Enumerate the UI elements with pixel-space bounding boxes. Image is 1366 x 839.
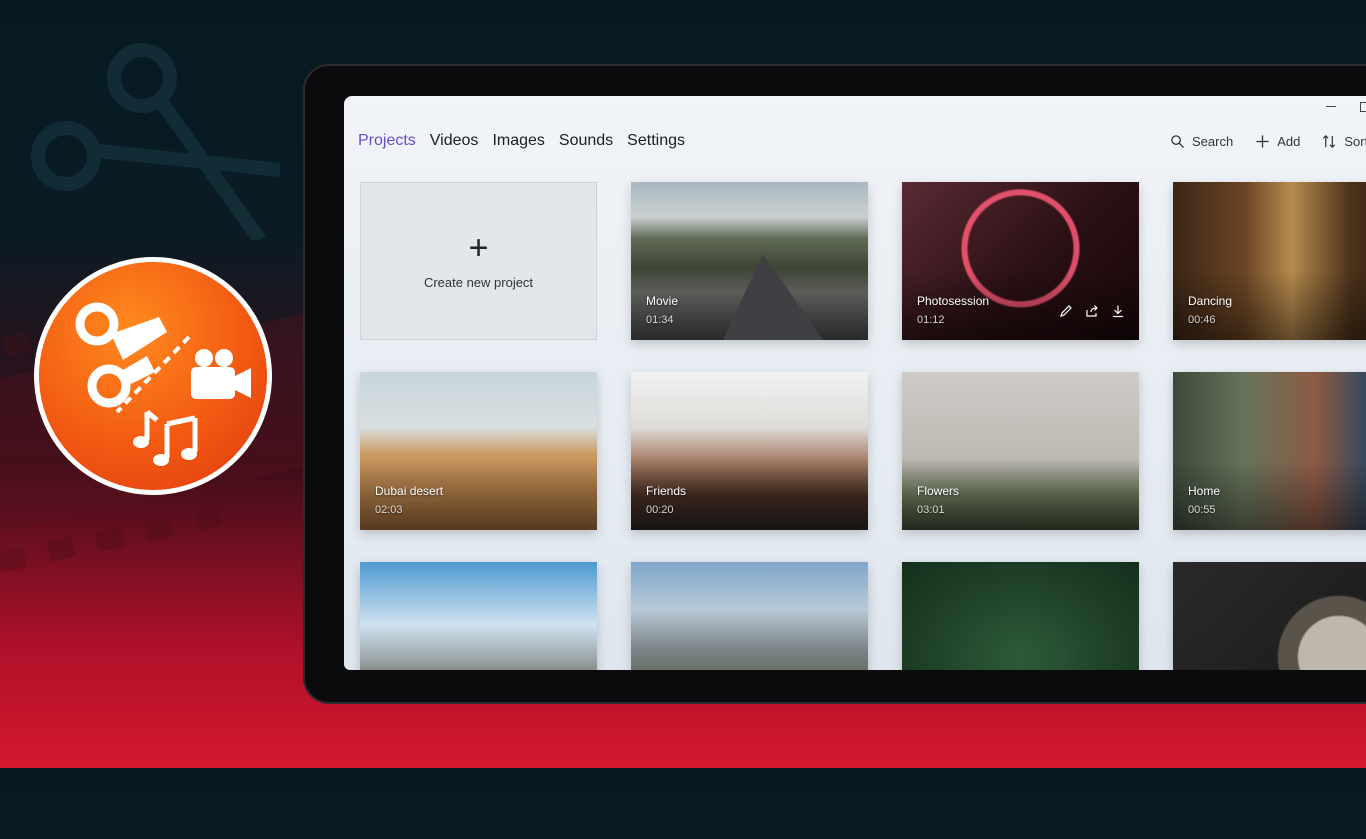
project-card-dubai-desert[interactable]: Dubai desert 02:03 — [360, 372, 597, 530]
project-title: Friends — [646, 484, 687, 498]
scissors-camera-music-icon — [75, 302, 251, 466]
project-card-forest[interactable] — [902, 562, 1139, 670]
plus-icon — [1256, 135, 1269, 148]
project-card-flowers[interactable]: Flowers 03:01 — [902, 372, 1139, 530]
project-card-mountains[interactable] — [631, 562, 868, 670]
project-duration: 02:03 — [375, 504, 403, 516]
scissors-decoration-icon — [31, 43, 280, 240]
project-title: Home — [1188, 484, 1221, 498]
edit-icon[interactable] — [1059, 304, 1073, 318]
project-title: Dubai desert — [375, 484, 444, 498]
project-card-friends[interactable]: Friends 00:20 — [631, 372, 868, 530]
project-card-raccoon[interactable] — [1173, 562, 1366, 670]
add-label: Add — [1277, 134, 1301, 149]
tab-sounds[interactable]: Sounds — [559, 132, 613, 150]
toolbar-actions: Search Add Sort — [1170, 134, 1366, 149]
project-duration: 00:55 — [1188, 504, 1216, 516]
project-card-dancing[interactable]: Dancing 00:46 — [1173, 182, 1366, 340]
search-button[interactable]: Search — [1170, 134, 1233, 149]
project-card-home[interactable]: Home 00:55 — [1173, 372, 1366, 530]
share-icon[interactable] — [1085, 304, 1099, 318]
project-card-movie[interactable]: Movie 01:34 — [631, 182, 868, 340]
project-duration: 03:01 — [917, 504, 945, 516]
projects-grid: + Create new project Movie 01:34 Photose… — [360, 182, 1366, 670]
app-logo — [34, 257, 272, 495]
create-new-project-card[interactable]: + Create new project — [360, 182, 597, 340]
project-title: Photosession — [917, 294, 990, 308]
app-window: Projects Videos Images Sounds Settings S… — [344, 96, 1366, 670]
project-title: Dancing — [1188, 294, 1233, 308]
project-card-city[interactable] — [360, 562, 597, 670]
project-duration: 01:12 — [917, 314, 945, 326]
tab-settings[interactable]: Settings — [627, 132, 685, 150]
tab-projects[interactable]: Projects — [358, 132, 416, 150]
project-title: Movie — [646, 294, 679, 308]
add-button[interactable]: Add — [1255, 134, 1300, 149]
download-icon[interactable] — [1111, 304, 1125, 318]
project-title: Flowers — [917, 484, 960, 498]
project-duration: 00:20 — [646, 504, 674, 516]
search-label: Search — [1192, 134, 1234, 149]
project-duration: 01:34 — [646, 314, 674, 326]
sort-label: Sort — [1344, 134, 1366, 149]
project-duration: 00:46 — [1188, 314, 1216, 326]
tab-videos[interactable]: Videos — [430, 132, 479, 150]
search-icon — [1171, 135, 1185, 149]
card-tools — [1059, 304, 1125, 318]
sort-button[interactable]: Sort — [1322, 134, 1366, 149]
create-new-project-label: Create new project — [423, 274, 534, 290]
main-tabs: Projects Videos Images Sounds Settings — [358, 132, 685, 150]
plus-icon: + — [468, 228, 489, 267]
maximize-button[interactable] — [1360, 102, 1366, 112]
minimize-button[interactable] — [1326, 106, 1336, 107]
tab-images[interactable]: Images — [492, 132, 544, 150]
project-card-photosession[interactable]: Photosession 01:12 — [902, 182, 1139, 340]
sort-arrows-icon — [1323, 135, 1336, 148]
